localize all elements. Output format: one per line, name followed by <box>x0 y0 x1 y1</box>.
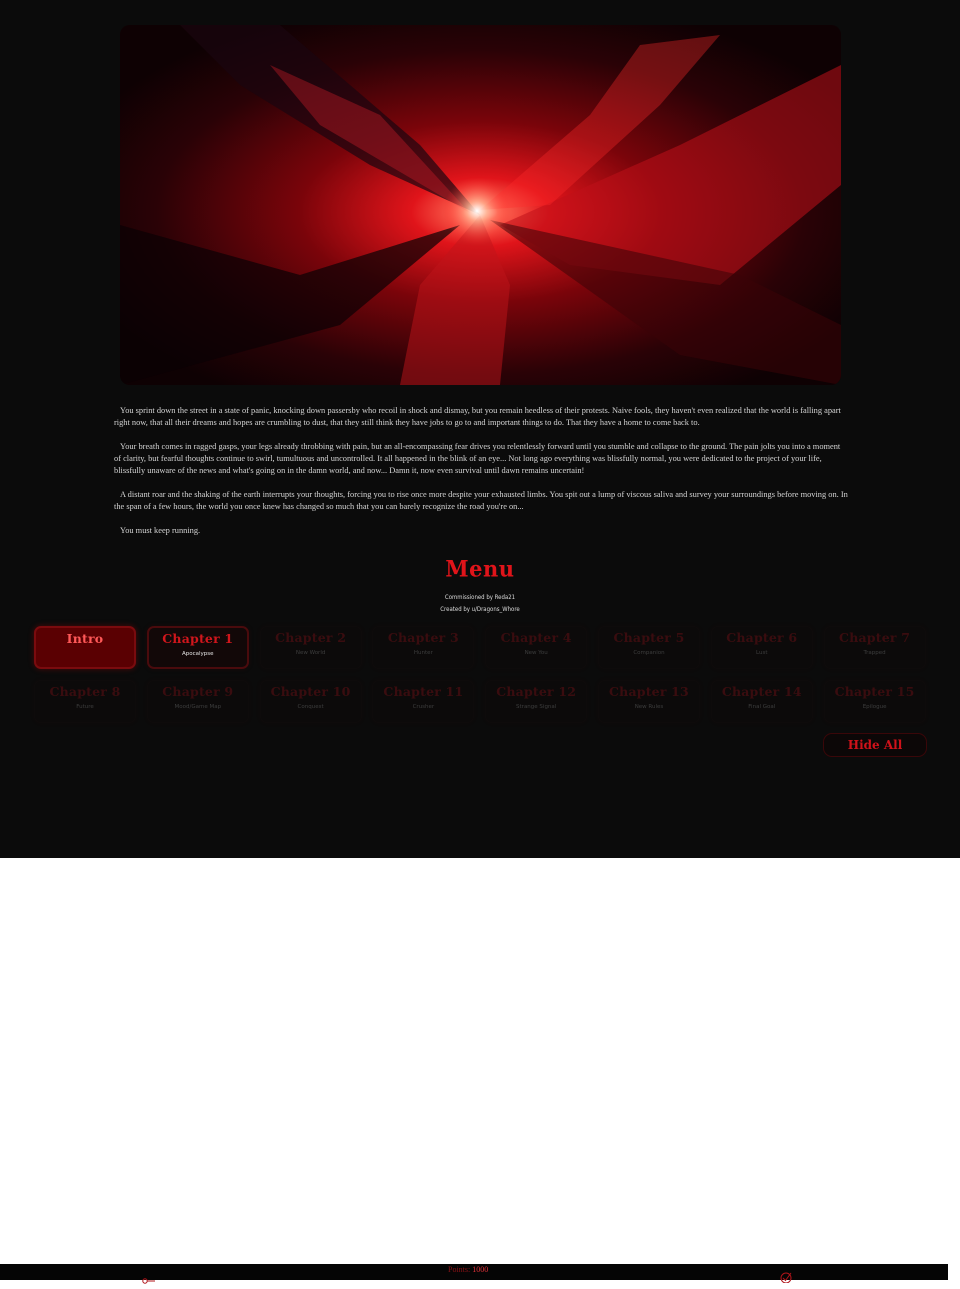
hide-all-button[interactable]: Hide All <box>823 733 927 757</box>
chapter-subtitle: Conquest <box>297 704 324 710</box>
chapter-title: Chapter 11 <box>383 684 464 699</box>
chapter-button-1[interactable]: Chapter 1 Apocalypse <box>146 626 249 669</box>
chapter-title: Intro <box>66 631 104 646</box>
game-area: You sprint down the street in a state of… <box>0 0 960 858</box>
chapter-button-11[interactable]: Chapter 11 Crusher <box>372 680 475 723</box>
chapter-button-14[interactable]: Chapter 14 Final Goal <box>710 680 813 723</box>
chapter-title: Chapter 4 <box>500 630 572 645</box>
chapter-title: Chapter 7 <box>839 630 911 645</box>
chapter-title: Chapter 3 <box>387 630 459 645</box>
chapter-button-7[interactable]: Chapter 7 Trapped <box>823 626 926 669</box>
chapter-title: Chapter 15 <box>834 684 915 699</box>
chapter-button-2[interactable]: Chapter 2 New World <box>259 626 362 669</box>
chapter-button-12[interactable]: Chapter 12 Strange Signal <box>485 680 588 723</box>
menu-title: Menu <box>445 555 515 582</box>
chapter-button-5[interactable]: Chapter 5 Companion <box>597 626 700 669</box>
points-label: Points: <box>448 1265 471 1274</box>
chapter-title: Chapter 6 <box>726 630 798 645</box>
chapter-title: Chapter 8 <box>49 684 121 699</box>
chapter-subtitle: Future <box>76 704 94 710</box>
chapter-button-intro[interactable]: Intro <box>34 626 136 669</box>
chapter-title: Chapter 1 <box>162 631 234 646</box>
story-text: You sprint down the street in a state of… <box>114 405 848 549</box>
chapter-subtitle: Epilogue <box>862 704 887 710</box>
story-paragraph: You must keep running. <box>120 526 201 535</box>
story-paragraph: You sprint down the street in a state of… <box>114 406 841 427</box>
chapter-button-13[interactable]: Chapter 13 New Rules <box>597 680 700 723</box>
key-icon[interactable] <box>142 1270 156 1284</box>
chapter-subtitle: Crusher <box>412 704 435 710</box>
chapter-subtitle: Strange Signal <box>516 704 557 710</box>
hero-image <box>120 25 841 385</box>
chapter-title: Chapter 2 <box>275 630 347 645</box>
chapter-title: Chapter 12 <box>496 684 577 699</box>
story-paragraph: Your breath comes in ragged gasps, your … <box>114 442 841 475</box>
chapter-button-9[interactable]: Chapter 9 Mood/Game Map <box>146 680 249 723</box>
chapter-subtitle: Trapped <box>863 650 886 656</box>
story-paragraph: A distant roar and the shaking of the ea… <box>114 490 848 511</box>
chapter-title: Chapter 13 <box>609 684 689 699</box>
chapter-title: Chapter 14 <box>721 684 802 699</box>
chapter-button-8[interactable]: Chapter 8 Future <box>34 680 136 723</box>
check-circle-icon[interactable] <box>779 1268 793 1284</box>
chapter-title: Chapter 10 <box>270 684 351 699</box>
bottom-bar: Points: 1000 <box>0 1264 948 1284</box>
chapter-subtitle: New Rules <box>634 704 664 710</box>
chapter-button-6[interactable]: Chapter 6 Lust <box>710 626 813 669</box>
chapter-grid: Intro Chapter 1 Apocalypse Chapter 2 New… <box>34 626 927 723</box>
chapter-button-3[interactable]: Chapter 3 Hunter <box>372 626 475 669</box>
chapter-subtitle: Hunter <box>413 650 433 656</box>
chapter-title: Chapter 5 <box>613 630 685 645</box>
chapter-subtitle: New World <box>295 650 326 656</box>
creator-credit: Created by u/Dragons_Whore <box>440 606 520 613</box>
points-value: 1000 <box>472 1265 489 1274</box>
chapter-subtitle: Mood/Game Map <box>174 704 222 710</box>
commission-credit: Commissioned by Reda21 <box>444 594 516 601</box>
chapter-title: Chapter 9 <box>162 684 234 699</box>
chapter-button-4[interactable]: Chapter 4 New You <box>485 626 588 669</box>
points-display: Points: 1000 <box>448 1265 488 1274</box>
chapter-subtitle: Final Goal <box>748 704 776 710</box>
chapter-button-15[interactable]: Chapter 15 Epilogue <box>823 680 926 723</box>
chapter-subtitle: Companion <box>633 650 665 656</box>
chapter-button-10[interactable]: Chapter 10 Conquest <box>259 680 362 723</box>
chapter-subtitle: New You <box>524 650 548 656</box>
chapter-subtitle: Lust <box>756 650 768 656</box>
chapter-subtitle: Apocalypse <box>182 651 214 657</box>
